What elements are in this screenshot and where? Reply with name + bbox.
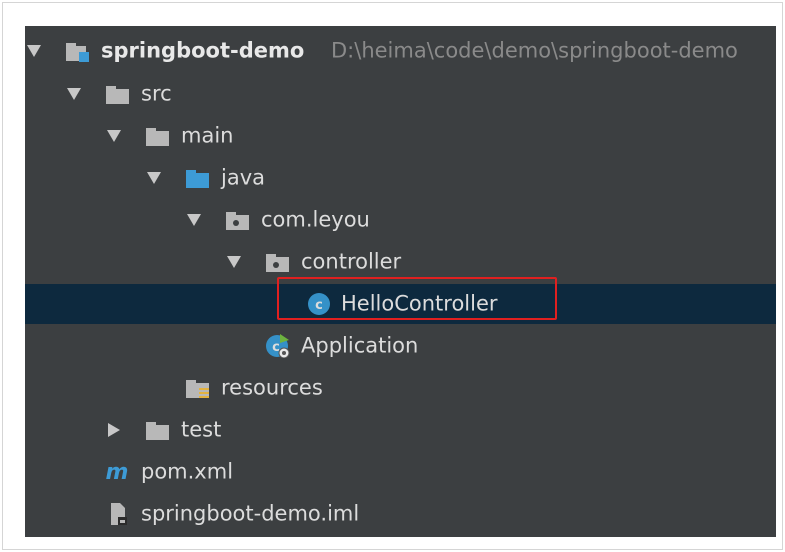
tree-row-iml-file[interactable]: springboot-demo.iml — [25, 494, 776, 534]
svg-text:c: c — [315, 298, 323, 313]
tree-row-src[interactable]: src — [25, 74, 776, 114]
tree-row-hello-controller[interactable]: c HelloController — [25, 284, 776, 324]
tree-item-label: java — [221, 165, 265, 190]
expand-arrow-icon[interactable] — [66, 86, 82, 102]
tree-row-pom-xml[interactable]: m pom.xml — [25, 452, 776, 492]
tree-item-label: com.leyou — [261, 207, 370, 232]
tree-row-test[interactable]: test — [25, 410, 776, 450]
tree-item-label: test — [181, 417, 222, 442]
package-icon — [226, 212, 249, 230]
collapse-arrow-icon[interactable] — [106, 422, 122, 438]
tree-row-resources[interactable]: resources — [25, 368, 776, 408]
tree-row-package-controller[interactable]: controller — [25, 242, 776, 282]
expand-arrow-icon[interactable] — [106, 128, 122, 144]
tree-item-label: controller — [301, 249, 402, 274]
expand-arrow-icon[interactable] — [26, 43, 42, 59]
tree-row-java[interactable]: java — [25, 158, 776, 198]
tree-row-application[interactable]: c Application — [25, 326, 776, 366]
folder-icon — [146, 422, 169, 440]
tree-item-label: src — [141, 81, 172, 106]
tree-row-main[interactable]: main — [25, 116, 776, 156]
tree-row-package-com-leyou[interactable]: com.leyou — [25, 200, 776, 240]
maven-icon: m — [106, 460, 129, 484]
tree-item-label: Application — [301, 333, 419, 358]
spring-boot-class-icon: c — [266, 334, 290, 358]
project-name: springboot-demo — [101, 38, 305, 63]
folder-icon — [106, 86, 129, 104]
resources-folder-icon — [186, 380, 209, 398]
source-folder-icon — [186, 170, 209, 188]
folder-icon — [146, 128, 169, 146]
expand-arrow-icon[interactable] — [146, 170, 162, 186]
tree-item-label: main — [181, 123, 234, 148]
tree-row-root[interactable]: springboot-demo D:\heima\code\demo\sprin… — [25, 31, 776, 71]
tree-item-label: springboot-demo.iml — [141, 501, 360, 526]
screenshot-frame: springboot-demo D:\heima\code\demo\sprin… — [2, 2, 783, 550]
project-tree: springboot-demo D:\heima\code\demo\sprin… — [25, 26, 776, 537]
project-path: D:\heima\code\demo\springboot-demo — [331, 38, 738, 63]
tree-item-label: HelloController — [341, 291, 498, 316]
expand-arrow-icon[interactable] — [226, 254, 242, 270]
class-icon: c — [308, 293, 330, 315]
expand-arrow-icon[interactable] — [186, 212, 202, 228]
tree-item-label: pom.xml — [141, 459, 234, 484]
package-icon — [266, 254, 289, 272]
iml-file-icon — [111, 503, 127, 525]
tree-item-label: resources — [221, 375, 323, 400]
svg-text:m: m — [106, 460, 129, 484]
module-folder-icon — [66, 43, 89, 62]
